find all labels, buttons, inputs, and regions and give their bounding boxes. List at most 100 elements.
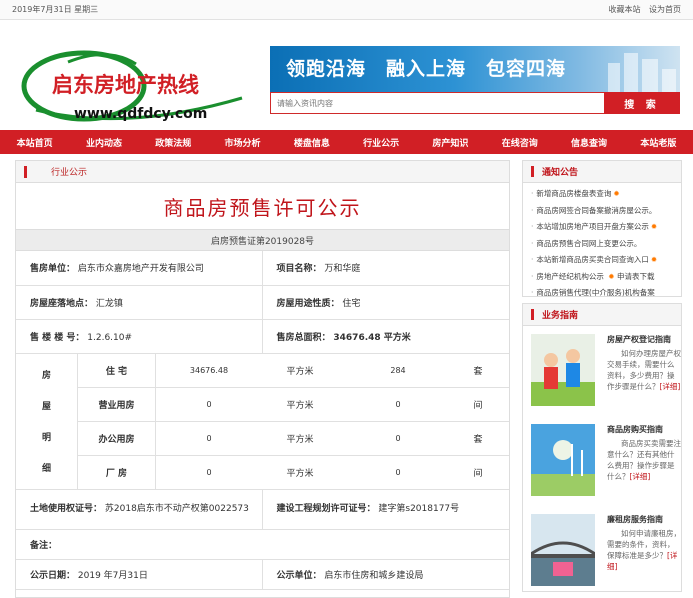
- notice-item[interactable]: · 房地产经纪机构公示 ✹ 申请表下载: [531, 269, 681, 286]
- nav-item-old-site[interactable]: 本站老版: [640, 136, 676, 149]
- detail-area-unit: 平方米: [286, 366, 314, 377]
- table-row: 房屋座落地点： 汇龙镇 房屋用途性质： 住宅: [16, 285, 509, 320]
- guide-item-desc: 如何办理房屋产权交易手续，需要什么资料，多少费用？操作步骤是什么？[详细]: [607, 348, 681, 392]
- pubdate-value: 2019 年7月31日: [77, 571, 148, 581]
- download-form-link[interactable]: 申请表下载: [617, 272, 655, 281]
- site-logo[interactable]: 启东房地产热线 www.qdfdcy.com: [16, 40, 246, 125]
- set-homepage-link[interactable]: 设为首页: [649, 5, 681, 14]
- seller-value: 启东市众嘉房地产开发有限公司: [77, 264, 204, 275]
- nav-item-consult[interactable]: 在线咨询: [502, 136, 538, 149]
- nav-item-home[interactable]: 本站首页: [17, 136, 53, 149]
- top-bar: 2019年7月31日 星期三 收藏本站 设为首页: [0, 0, 693, 20]
- search-input[interactable]: [270, 92, 604, 114]
- detail-row: 住 宅 34676.48 平方米 284 套: [78, 353, 509, 388]
- banner-building: [642, 59, 658, 93]
- nav-item-industry-news[interactable]: 业内动态: [86, 136, 122, 149]
- bookmark-link[interactable]: 收藏本站: [608, 5, 640, 14]
- notice-item[interactable]: · 商品房预售合同网上变更公示。: [531, 236, 681, 253]
- guide-item-title[interactable]: 商品房购买指南: [607, 424, 663, 435]
- detail-label-char: 细: [41, 463, 51, 474]
- nav-item-query[interactable]: 信息查询: [571, 136, 607, 149]
- hot-icon: ✹: [650, 222, 658, 231]
- landscape-photo[interactable]: [531, 424, 595, 496]
- table-row: 公示日期： 2019 年7月31日 公示单位： 启东市住房和城乡建设局: [16, 559, 509, 590]
- nav-item-public-notice[interactable]: 行业公示: [363, 136, 399, 149]
- table-row: 土地使用权证号： 苏2018启东市不动产权第0022573 建设工程规划许可证号…: [16, 489, 509, 530]
- hot-icon: ✹: [608, 271, 615, 281]
- main-nav: 本站首页 业内动态 政策法规 市场分析 楼盘信息 行业公示 房产知识 在线咨询 …: [0, 130, 693, 154]
- notice-text: 商品房预售合同网上变更公示。: [536, 238, 642, 248]
- use-value: 住宅: [342, 298, 361, 309]
- bullet-icon: ·: [531, 222, 534, 231]
- guide-title[interactable]: 业务指南: [542, 308, 578, 321]
- project-cell: 项目名称： 万和华庭: [262, 251, 509, 286]
- logo-name: 启东房地产热线: [52, 73, 199, 97]
- detail-area: 0: [206, 467, 212, 477]
- detail-link[interactable]: [详细]: [660, 382, 681, 391]
- pubunit-label: 公示单位：: [276, 571, 322, 581]
- notice-list: · 新增商品房楼盘表查询 ✹ · 商品房网签合同备案撤消房屋公示。 · 本站增加房地产项…: [523, 183, 681, 302]
- location-cell: 房屋座落地点： 汇龙镇: [16, 285, 263, 320]
- top-links: 收藏本站 设为首页: [602, 4, 681, 15]
- pubdate-cell: 公示日期： 2019 年7月31日: [16, 559, 263, 590]
- family-photo[interactable]: [531, 334, 595, 406]
- detail-type: 厂 房: [78, 455, 156, 489]
- logo-graphic: 启东房地产热线 www.qdfdcy.com: [21, 50, 243, 122]
- detail-label: 房 屋 明 细: [16, 353, 78, 489]
- detail-count-unit: 套: [473, 434, 483, 445]
- nav-item-market[interactable]: 市场分析: [225, 136, 261, 149]
- header-banner[interactable]: 领跑沿海 融入上海 包容四海: [270, 46, 680, 93]
- pubunit-cell: 公示单位： 启东市住房和城乡建设局: [262, 559, 509, 590]
- detail-type: 办公用房: [78, 421, 156, 455]
- search-button[interactable]: 搜 索: [604, 92, 680, 114]
- bullet-icon: ·: [531, 238, 534, 248]
- detail-area-unit: 平方米: [286, 434, 314, 445]
- nav-item-properties[interactable]: 楼盘信息: [294, 136, 330, 149]
- housing-detail: 房 屋 明 细 住 宅 34676.48 平方米 284 套 营业用房 0 平方…: [16, 353, 509, 490]
- note-label: 备注：: [30, 541, 58, 551]
- seller-label: 售房单位：: [30, 264, 76, 275]
- bullet-icon: ·: [531, 189, 534, 198]
- bullet-icon: ·: [531, 271, 534, 281]
- hot-icon: ✹: [650, 255, 658, 264]
- logo-url: www.qdfdcy.com: [74, 106, 207, 122]
- detail-type: 住 宅: [78, 353, 156, 387]
- notice-text: 本站增加房地产项目开盘方案公示: [536, 222, 649, 231]
- notice-item[interactable]: · 新增商品房楼盘表查询 ✹: [531, 186, 681, 203]
- pubdate-label: 公示日期：: [30, 571, 76, 581]
- hot-icon: ✹: [613, 189, 620, 198]
- guide-item-title[interactable]: 房屋产权登记指南: [607, 334, 671, 345]
- detail-area: 34676.48: [189, 365, 229, 375]
- notice-box: 通知公告 · 新增商品房楼盘表查询 ✹ · 商品房网签合同备案撤消房屋公示。 · 本站增…: [522, 160, 682, 297]
- notice-item[interactable]: · 商品房网签合同备案撤消房屋公示。: [531, 203, 681, 220]
- section-title[interactable]: 行业公示: [51, 165, 87, 178]
- detail-row: 营业用房 0 平方米 0 间: [78, 387, 509, 422]
- notice-text: 新增商品房楼盘表查询: [536, 189, 612, 198]
- detail-count: 0: [395, 433, 401, 443]
- section-header: 行业公示: [16, 161, 509, 183]
- nav-item-policy[interactable]: 政策法规: [155, 136, 191, 149]
- detail-count: 0: [395, 467, 401, 477]
- detail-label-char: 屋: [41, 402, 51, 413]
- guide-item-desc: 如何申请廉租房，需要的条件，资料，保障标准是多少？[详细]: [607, 528, 681, 572]
- sidebar: 通知公告 · 新增商品房楼盘表查询 ✹ · 商品房网签合同备案撤消房屋公示。 · 本站增…: [522, 160, 682, 592]
- use-label: 房屋用途性质：: [276, 298, 340, 309]
- guide-item: 房屋产权登记指南 如何办理房屋产权交易手续，需要什么资料，多少费用？操作步骤是什…: [523, 328, 681, 416]
- notice-text: 商品房销售代理(中介服务)机构备案: [536, 288, 655, 297]
- notice-item[interactable]: · 商品房销售代理(中介服务)机构备案: [531, 285, 681, 302]
- permit-info-table-bottom: 土地使用权证号： 苏2018启东市不动产权第0022573 建设工程规划许可证号…: [16, 489, 509, 590]
- bridge-photo[interactable]: [531, 514, 595, 586]
- detail-link[interactable]: [详细]: [630, 472, 651, 481]
- notice-item[interactable]: · 本站新增商品房买卖合同查询入口 ✹: [531, 252, 681, 269]
- banner-building: [624, 53, 638, 93]
- banner-slogan: 领跑沿海 融入上海 包容四海: [286, 58, 567, 80]
- detail-area: 0: [206, 399, 212, 409]
- notice-title[interactable]: 通知公告: [542, 165, 578, 178]
- detail-count-unit: 间: [473, 400, 483, 411]
- nav-item-knowledge[interactable]: 房产知识: [432, 136, 468, 149]
- detail-area-unit: 平方米: [286, 468, 314, 479]
- detail-count: 0: [395, 399, 401, 409]
- notice-item[interactable]: · 本站增加房地产项目开盘方案公示 ✹: [531, 219, 681, 236]
- guide-item-title[interactable]: 廉租房服务指南: [607, 514, 663, 525]
- location-value: 汇龙镇: [95, 298, 123, 309]
